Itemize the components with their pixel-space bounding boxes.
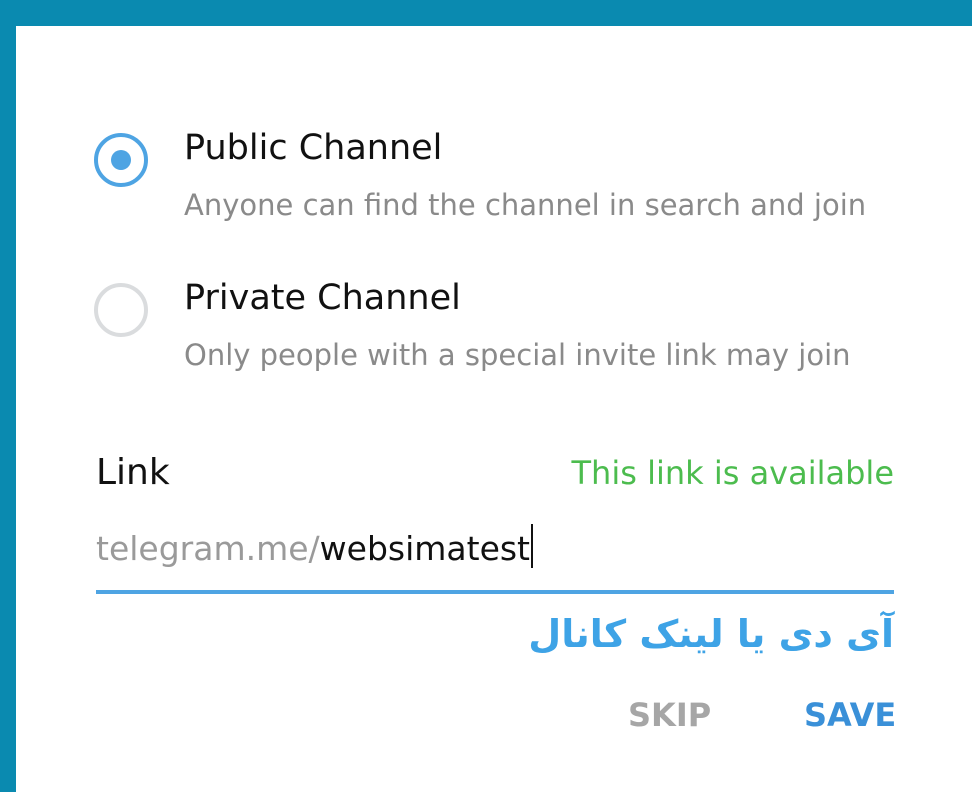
channel-link-input[interactable]: telegram.me/websimatest (96, 524, 894, 594)
create-channel-dialog: Public Channel Anyone can find the chann… (16, 26, 972, 792)
link-prefix-wrapper: telegram.me/websimatest (96, 524, 533, 568)
channel-id-caption: آی دی یا لینک کانال (528, 612, 894, 656)
private-channel-option[interactable]: Private Channel Only people with a speci… (16, 276, 972, 386)
text-caret (531, 524, 533, 568)
public-channel-radio[interactable] (94, 133, 148, 187)
skip-button[interactable]: SKIP (628, 696, 711, 734)
save-button[interactable]: SAVE (804, 696, 896, 734)
link-prefix: telegram.me/ (96, 529, 320, 568)
link-availability-status: This link is available (571, 454, 895, 492)
private-channel-title: Private Channel (184, 278, 461, 318)
public-channel-title: Public Channel (184, 128, 443, 168)
private-channel-radio[interactable] (94, 283, 148, 337)
private-channel-description: Only people with a special invite link m… (184, 338, 851, 372)
public-channel-option[interactable]: Public Channel Anyone can find the chann… (16, 126, 972, 236)
link-value: websimatest (319, 529, 530, 568)
radio-selected-dot (111, 150, 131, 170)
public-channel-description: Anyone can find the channel in search an… (184, 188, 867, 222)
link-label: Link (96, 452, 170, 493)
